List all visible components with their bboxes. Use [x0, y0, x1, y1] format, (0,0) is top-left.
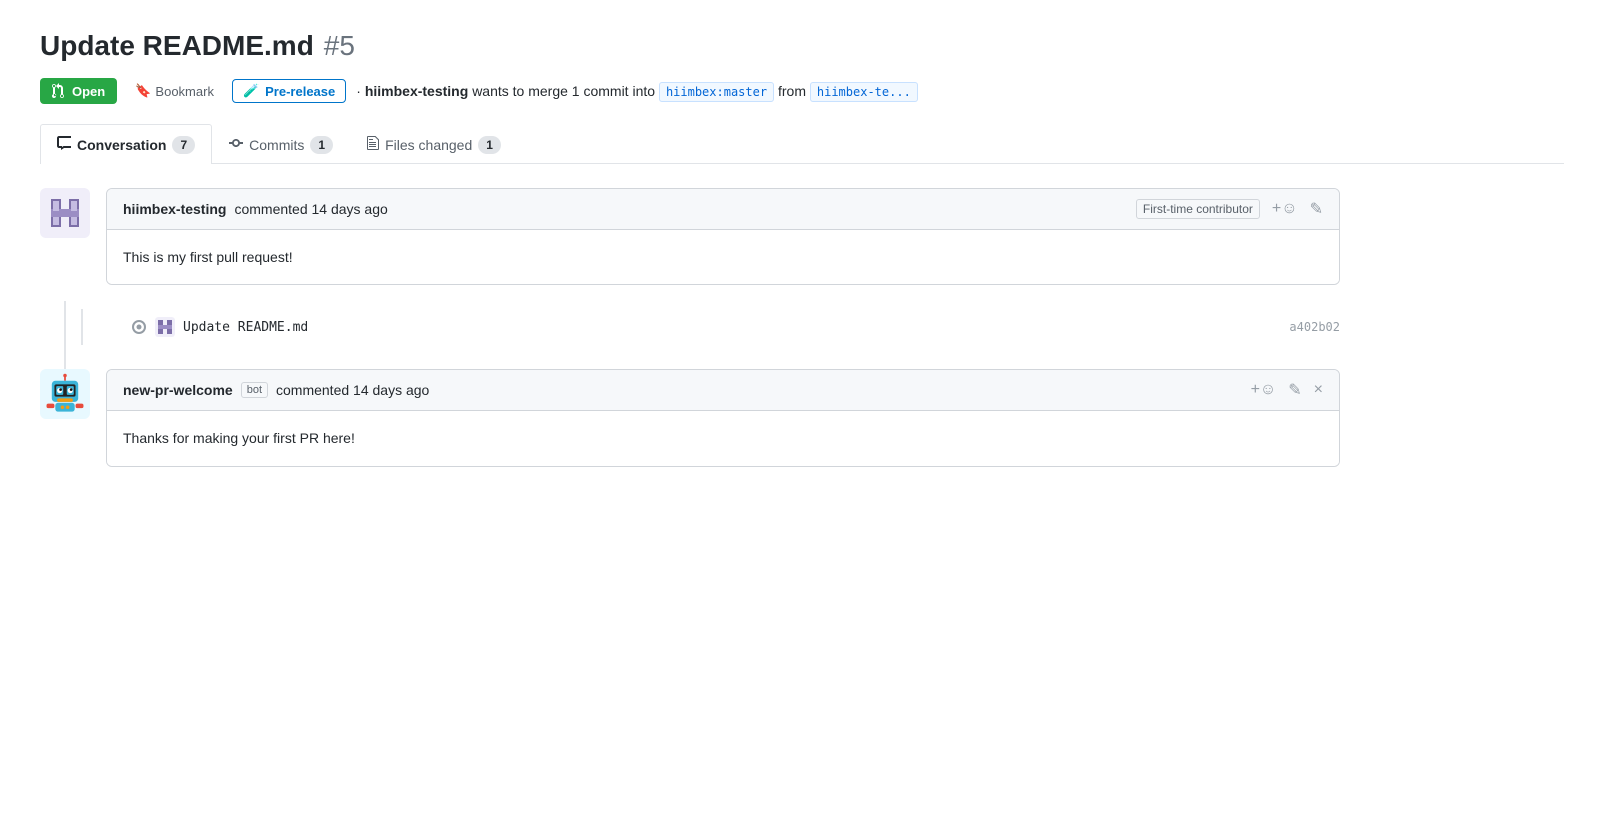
page-title-number: #5 — [324, 30, 355, 62]
pr-author: hiimbex-testing — [365, 83, 468, 99]
page-title-text: Update README.md — [40, 30, 314, 62]
tab-commits[interactable]: Commits 1 — [212, 124, 350, 164]
tab-conversation-label: Conversation — [77, 137, 166, 153]
prerelease-label: Pre-release — [265, 84, 335, 99]
comment-text-1: This is my first pull request! — [123, 249, 293, 265]
open-badge-label: Open — [72, 84, 105, 99]
comment-time-2: commented 14 days ago — [276, 382, 429, 398]
tab-files-changed-count: 1 — [478, 136, 501, 154]
edit-comment-button-1[interactable]: ✎ — [1310, 199, 1323, 219]
comment-box-2: new-pr-welcome bot commented 14 days ago… — [106, 369, 1340, 466]
merge-info: · hiimbex-testing wants to merge 1 commi… — [356, 83, 918, 99]
meta-row: Open 🔖 Bookmark 🧪 Pre-release · hiimbex-… — [40, 78, 1564, 104]
git-merge-icon — [52, 83, 66, 99]
comment-body-1: This is my first pull request! — [107, 230, 1339, 284]
comment-body-2: Thanks for making your first PR here! — [107, 411, 1339, 465]
comment-box-1: hiimbex-testing commented 14 days ago Fi… — [106, 188, 1340, 285]
comment-header-actions-2: + ☺ ✎ × — [1251, 380, 1323, 400]
comment-header-1: hiimbex-testing commented 14 days ago Fi… — [107, 189, 1339, 230]
comment-header-2: new-pr-welcome bot commented 14 days ago… — [107, 370, 1339, 411]
comment-time-1: commented 14 days ago — [234, 201, 387, 217]
conversation-icon — [57, 135, 71, 154]
avatar-hiimbex — [40, 188, 90, 238]
edit-icon-1: ✎ — [1310, 199, 1323, 219]
commit-message: Update README.md — [183, 320, 308, 335]
first-comment-thread: hiimbex-testing commented 14 days ago Fi… — [40, 188, 1340, 285]
add-icon-2: + — [1251, 381, 1260, 399]
content-area: hiimbex-testing commented 14 days ago Fi… — [40, 188, 1340, 467]
merge-text: wants to merge 1 commit into — [472, 83, 655, 99]
emoji-icon-2: ☺ — [1260, 381, 1276, 399]
commits-icon — [229, 135, 243, 154]
prerelease-icon: 🧪 — [243, 83, 259, 99]
prerelease-badge: 🧪 Pre-release — [232, 79, 346, 103]
comment-header-actions-1: First-time contributor + ☺ ✎ — [1136, 199, 1323, 219]
author-name-1: hiimbex-testing — [123, 201, 226, 217]
commit-avatar — [155, 317, 175, 337]
avatar-robot — [40, 369, 90, 419]
add-icon-1: + — [1272, 200, 1281, 218]
comment-author-1: hiimbex-testing commented 14 days ago — [123, 201, 388, 217]
comment-text-2: Thanks for making your first PR here! — [123, 430, 355, 446]
files-changed-icon — [367, 135, 379, 154]
commit-ref: Update README.md a402b02 — [131, 309, 1340, 345]
author-name-2: new-pr-welcome — [123, 382, 233, 398]
emoji-icon-1: ☺ — [1281, 200, 1297, 218]
add-reaction-button-1[interactable]: + ☺ — [1272, 200, 1298, 218]
open-badge: Open — [40, 78, 117, 104]
tabs-bar: Conversation 7 Commits 1 Files changed 1 — [40, 124, 1564, 164]
tab-commits-label: Commits — [249, 137, 304, 153]
second-comment-thread: new-pr-welcome bot commented 14 days ago… — [40, 369, 1340, 466]
tab-conversation-count: 7 — [172, 136, 195, 154]
commit-sha: a402b02 — [1289, 320, 1340, 334]
comment-author-2: new-pr-welcome bot commented 14 days ago — [123, 382, 429, 398]
commit-dot-icon — [131, 319, 147, 335]
close-comment-button[interactable]: × — [1314, 381, 1323, 399]
bookmark-button[interactable]: 🔖 Bookmark — [127, 79, 222, 103]
contributor-badge: First-time contributor — [1136, 199, 1260, 219]
base-branch[interactable]: hiimbex:master — [659, 82, 774, 102]
edit-comment-button-2[interactable]: ✎ — [1288, 380, 1301, 400]
bot-badge: bot — [241, 382, 268, 398]
from-text: from — [778, 83, 810, 99]
tab-conversation[interactable]: Conversation 7 — [40, 124, 212, 164]
page-title: Update README.md #5 — [40, 30, 1564, 62]
tab-commits-count: 1 — [310, 136, 333, 154]
bookmark-icon: 🔖 — [135, 83, 151, 99]
close-icon: × — [1314, 381, 1323, 399]
tab-files-changed[interactable]: Files changed 1 — [350, 124, 518, 164]
tab-files-changed-label: Files changed — [385, 137, 472, 153]
head-branch[interactable]: hiimbex-te... — [810, 82, 918, 102]
edit-icon-2: ✎ — [1288, 380, 1301, 400]
add-reaction-button-2[interactable]: + ☺ — [1251, 381, 1277, 399]
bookmark-label: Bookmark — [155, 84, 214, 99]
